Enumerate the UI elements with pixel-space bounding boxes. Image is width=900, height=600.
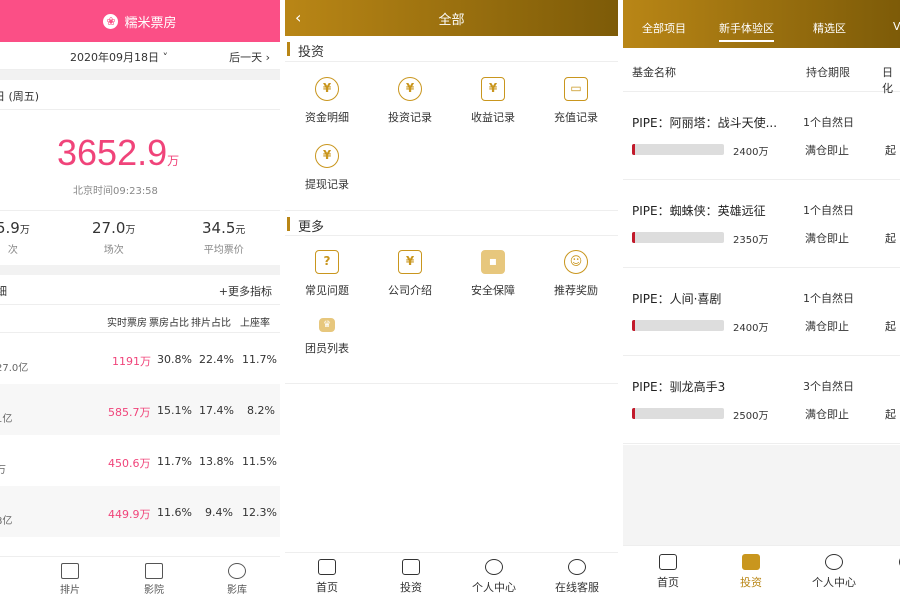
lock-icon: ▪ <box>481 250 505 274</box>
crown-icon: ♛ <box>319 318 335 332</box>
user-icon <box>485 559 503 575</box>
nav-vip[interactable]: V <box>893 20 900 33</box>
chevron-down-icon: ˅ <box>159 51 168 64</box>
yen-plus-icon: ¥ <box>398 77 422 101</box>
invest-grid: ¥ 资金明细 ¥ 投资记录 ¥ 收益记录 ▭ 充值记录 ¥ 提现记录 <box>285 62 618 210</box>
nav-all-projects[interactable]: 全部项目 <box>642 20 686 36</box>
chevron-left-icon[interactable]: ‹ <box>295 8 301 27</box>
fund-card[interactable]: PIPE：驯龙高手3 3个自然日 2500万 满仓即止 起 <box>623 356 900 444</box>
tab-support[interactable]: 在线客服 <box>547 559 607 595</box>
yen-coin-icon: ¥ <box>315 77 339 101</box>
card-icon: ▭ <box>564 77 588 101</box>
menu-item-recharge-records[interactable]: ▭ 充值记录 <box>535 77 617 125</box>
empty-area <box>623 445 900 545</box>
page-title: 全部 <box>438 12 465 28</box>
tab-bar: 首页 投资 个人中心 在线客服 <box>285 552 618 600</box>
tab-home[interactable]: 首页 <box>297 559 357 595</box>
progress-bar <box>632 408 724 419</box>
section-more: 更多 <box>285 210 618 236</box>
divider <box>0 265 280 275</box>
more-metrics-button[interactable]: +更多指标 <box>219 283 272 299</box>
nav-featured[interactable]: 精选区 <box>813 20 846 36</box>
tab-bar: 排片 影院 影库 <box>0 556 280 600</box>
total-value: 3652.9万 <box>57 132 180 173</box>
summary-stats: 5.9万 次 27.0万 场次 34.5元 平均票价 <box>0 210 280 265</box>
date-selector[interactable]: 2020年09月18日 ˅ <box>70 49 168 65</box>
column-header: 基金名称 持仓期限 日化 <box>623 48 900 95</box>
table-row[interactable]: 1亿 585.7万 15.1% 17.4% 8.2% <box>0 384 280 435</box>
calendar-icon <box>61 563 79 579</box>
menu-item-invest-records[interactable]: ¥ 投资记录 <box>369 77 451 125</box>
fund-card[interactable]: PIPE：阿丽塔：战斗天使... 1个自然日 2400万 满仓即止 起 <box>623 92 900 180</box>
nav-newbie-zone[interactable]: 新手体验区 <box>719 20 774 42</box>
timestamp: 北京时间09:23:58 <box>73 186 158 197</box>
next-day-button[interactable]: 后一天 › <box>229 49 270 65</box>
menu-item-income-records[interactable]: ¥ 收益记录 <box>452 77 534 125</box>
progress-bar <box>632 320 724 331</box>
funds-panel: 全部项目 新手体验区 精选区 V 基金名称 持仓期限 日化 PIPE：阿丽塔：战… <box>623 0 900 600</box>
progress-bar <box>632 144 724 155</box>
chart-line-icon <box>402 559 420 575</box>
home-icon <box>318 559 336 575</box>
tab-invest[interactable]: 投资 <box>381 559 441 595</box>
total-box-office: 3652.9万 北京时间09:23:58 <box>0 110 280 210</box>
stat-item: 34.5元 平均票价 <box>202 219 246 256</box>
headset-icon <box>568 559 586 575</box>
tab-invest[interactable]: 投资 <box>726 554 776 590</box>
box-office-panel: ❀ 糯米票房 2020年09月18日 ˅ 后一天 › 日 (周五) 3652.9… <box>0 0 280 600</box>
detail-header: 细 +更多指标 <box>0 275 280 305</box>
category-nav: 全部项目 新手体验区 精选区 V <box>623 0 900 48</box>
tab-profile[interactable]: 个人中心 <box>464 559 524 595</box>
stat-item: 27.0万 场次 <box>92 219 136 256</box>
home-icon <box>659 554 677 570</box>
page-header: ‹ 全部 <box>285 0 618 36</box>
divider <box>0 70 280 80</box>
menu-panel: ‹ 全部 投资 ¥ 资金明细 ¥ 投资记录 ¥ 收益记录 ▭ 充值记录 ¥ 提现… <box>285 0 618 600</box>
stat-item: 5.9万 次 <box>0 219 30 256</box>
cinema-icon <box>145 563 163 579</box>
menu-item-member-list[interactable]: ♛ 团员列表 <box>286 318 368 356</box>
section-marker <box>287 42 290 56</box>
progress-bar <box>632 232 724 243</box>
menu-item-fund-details[interactable]: ¥ 资金明细 <box>286 77 368 125</box>
tab-bar: 首页 投资 个人中心 在 <box>623 545 900 600</box>
menu-item-security[interactable]: ▪ 安全保障 <box>452 250 534 298</box>
question-icon: ? <box>315 250 339 274</box>
detail-title: 细 <box>0 285 7 298</box>
menu-item-withdraw-records[interactable]: ¥ 提现记录 <box>286 144 368 192</box>
wallet-icon: ¥ <box>481 77 505 101</box>
tab-support[interactable]: 在 <box>883 554 900 590</box>
fund-card[interactable]: PIPE：人间·喜剧 1个自然日 2400万 满仓即止 起 <box>623 268 900 356</box>
tab-library[interactable]: 影库 <box>217 563 257 596</box>
menu-item-referral[interactable]: ☺ 推荐奖励 <box>535 250 617 298</box>
users-icon: ☺ <box>564 250 588 274</box>
user-icon <box>825 554 843 570</box>
fund-card[interactable]: PIPE：蜘蛛侠：英雄远征 1个自然日 2350万 满仓即止 起 <box>623 180 900 268</box>
table-header: 实时票房 票房占比 排片占比 上座率 <box>0 305 280 333</box>
tab-home[interactable]: 首页 <box>643 554 693 590</box>
chevron-right-icon: › <box>262 51 270 64</box>
table-row[interactable]: 27.0亿 1191万 30.8% 22.4% 11.7% <box>0 333 280 384</box>
section-marker <box>287 217 290 231</box>
house-yen-icon: ¥ <box>398 250 422 274</box>
app-header: ❀ 糯米票房 <box>0 0 280 42</box>
app-title: 糯米票房 <box>124 15 177 31</box>
menu-item-company[interactable]: ¥ 公司介绍 <box>369 250 451 298</box>
table-row[interactable]: 万 450.6万 11.7% 13.8% 11.5% <box>0 435 280 486</box>
film-reel-icon: ❀ <box>103 13 119 29</box>
film-reel-icon <box>228 563 246 579</box>
tab-profile[interactable]: 个人中心 <box>809 554 859 590</box>
date-bar: 2020年09月18日 ˅ 后一天 › <box>0 42 280 70</box>
table-row[interactable]: 8亿 449.9万 11.6% 9.4% 12.3% <box>0 486 280 537</box>
more-grid: ? 常见问题 ¥ 公司介绍 ▪ 安全保障 ☺ 推荐奖励 ♛ 团员列表 <box>285 236 618 384</box>
today-label: 日 (周五) <box>0 80 280 110</box>
tab-schedule[interactable]: 排片 <box>50 563 90 596</box>
invest-icon <box>742 554 760 570</box>
section-invest: 投资 <box>285 36 618 62</box>
yen-withdraw-icon: ¥ <box>315 144 339 168</box>
menu-item-faq[interactable]: ? 常见问题 <box>286 250 368 298</box>
tab-cinema[interactable]: 影院 <box>134 563 174 596</box>
